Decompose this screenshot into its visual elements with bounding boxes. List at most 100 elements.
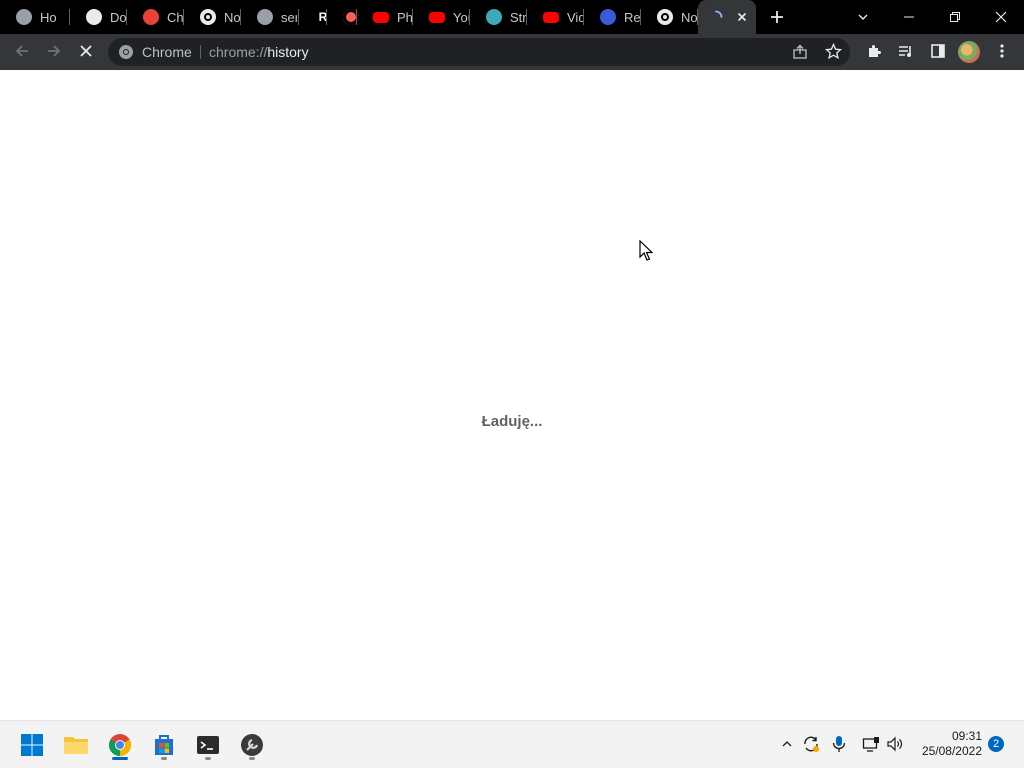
plus-icon bbox=[771, 11, 783, 23]
side-panel-icon bbox=[931, 44, 945, 58]
taskbar-clock[interactable]: 09:31 25/08/2022 bbox=[910, 729, 982, 759]
network-icon bbox=[862, 737, 879, 752]
tray-microphone-button[interactable] bbox=[828, 733, 850, 755]
tab-close-icon[interactable] bbox=[734, 9, 750, 25]
address-bar[interactable]: Chrome chrome://history bbox=[108, 38, 850, 66]
new-tab-button[interactable] bbox=[764, 0, 790, 34]
tab-0[interactable]: Ho bbox=[0, 0, 70, 34]
loading-spinner-icon bbox=[708, 9, 724, 25]
tab-title: Reg bbox=[624, 9, 640, 25]
clock-date: 25/08/2022 bbox=[921, 744, 982, 758]
forward-button[interactable] bbox=[40, 37, 68, 65]
url-text[interactable]: chrome://history bbox=[209, 44, 309, 60]
tab-7[interactable]: Pho bbox=[357, 0, 413, 34]
bb-icon bbox=[600, 9, 616, 25]
site-label: Chrome bbox=[142, 44, 192, 60]
media-controls-button[interactable] bbox=[892, 37, 920, 65]
puzzle-icon bbox=[869, 45, 881, 57]
youtube-icon bbox=[543, 11, 559, 23]
clock-time: 09:31 bbox=[951, 729, 982, 743]
chrome-icon bbox=[119, 45, 133, 59]
tab-title: Vid bbox=[567, 9, 583, 25]
tab-1[interactable]: Do bbox=[70, 0, 127, 34]
wrench-icon bbox=[241, 734, 263, 756]
more-vert-icon bbox=[1000, 44, 1004, 58]
page-content: Ładuję... bbox=[0, 70, 1024, 720]
tab-title: Ho bbox=[40, 9, 56, 25]
tray-network-button[interactable] bbox=[860, 733, 882, 755]
tab-12[interactable]: No bbox=[641, 0, 698, 34]
star-icon bbox=[824, 42, 843, 60]
restore-button[interactable] bbox=[932, 0, 978, 34]
running-app-indicator bbox=[249, 757, 255, 760]
browser-toolbar: Chrome chrome://history bbox=[0, 34, 1024, 70]
taskbar-store[interactable] bbox=[148, 729, 180, 761]
tab-active-history[interactable] bbox=[698, 0, 756, 34]
chrome-icon bbox=[200, 9, 216, 25]
share-button[interactable] bbox=[792, 44, 808, 65]
tab-title: Stre bbox=[510, 9, 526, 25]
tab-3[interactable]: No bbox=[184, 0, 241, 34]
url-host: history bbox=[267, 44, 309, 60]
site-info-chip[interactable]: Chrome bbox=[118, 44, 192, 60]
chrome-icon bbox=[657, 9, 673, 25]
folder-icon bbox=[64, 737, 88, 754]
tab-9[interactable]: Stre bbox=[470, 0, 527, 34]
tray-sync-button[interactable] bbox=[800, 733, 822, 755]
minimize-button[interactable] bbox=[886, 0, 932, 34]
taskbar-chrome[interactable] bbox=[104, 729, 136, 761]
speaker-icon bbox=[887, 736, 903, 752]
chevron-up-icon bbox=[782, 741, 792, 747]
tab-6[interactable] bbox=[327, 0, 359, 34]
tab-8[interactable]: You bbox=[413, 0, 470, 34]
chevron-down-icon bbox=[858, 14, 868, 20]
tab-10[interactable]: Vid bbox=[527, 0, 584, 34]
start-button[interactable] bbox=[16, 729, 48, 761]
globe-icon bbox=[86, 9, 102, 25]
windows-logo-icon bbox=[21, 734, 43, 756]
taskbar-file-explorer[interactable] bbox=[60, 729, 92, 761]
tab-title: Chr bbox=[167, 9, 183, 25]
arrow-left-icon bbox=[15, 45, 28, 57]
back-button[interactable] bbox=[8, 37, 36, 65]
tab-5[interactable]: R bbox=[299, 0, 327, 34]
taskbar-terminal[interactable] bbox=[192, 729, 224, 761]
stop-loading-button[interactable] bbox=[72, 37, 100, 65]
tab-4[interactable]: ser bbox=[241, 0, 299, 34]
running-app-indicator bbox=[161, 757, 167, 760]
url-scheme: chrome:// bbox=[209, 44, 268, 60]
roblox-icon bbox=[16, 9, 32, 25]
store-icon bbox=[155, 735, 173, 755]
tab-search-button[interactable] bbox=[850, 0, 876, 34]
notification-badge[interactable]: 2 bbox=[988, 736, 1004, 752]
tab-2[interactable]: Chr bbox=[127, 0, 184, 34]
tab-strip: Ho Do Chr No serR Pho You Stre Vid Reg No bbox=[0, 0, 1024, 34]
terminal-icon bbox=[197, 736, 219, 754]
bookmark-button[interactable] bbox=[824, 42, 843, 65]
menu-button[interactable] bbox=[988, 37, 1016, 65]
tab-title: No bbox=[681, 9, 697, 25]
tray-volume-button[interactable] bbox=[884, 733, 906, 755]
tab-11[interactable]: Reg bbox=[584, 0, 641, 34]
youtube-icon bbox=[429, 11, 445, 23]
sync-icon bbox=[804, 736, 819, 752]
close-window-button[interactable] bbox=[978, 0, 1024, 34]
active-app-indicator bbox=[112, 757, 128, 760]
restore-icon bbox=[950, 12, 960, 22]
globe-icon bbox=[257, 9, 273, 25]
chrome-icon bbox=[109, 734, 131, 756]
side-panel-button[interactable] bbox=[924, 37, 952, 65]
close-icon bbox=[80, 45, 92, 57]
tab-title: Do bbox=[110, 9, 126, 25]
tab-title: No bbox=[224, 9, 240, 25]
loading-message: Ładuję... bbox=[481, 413, 543, 430]
mouse-cursor-icon bbox=[639, 240, 653, 261]
close-icon bbox=[995, 11, 1007, 23]
profile-avatar[interactable] bbox=[958, 41, 980, 63]
windows-taskbar: 09:31 25/08/2022 2 bbox=[0, 720, 1024, 768]
extensions-button[interactable] bbox=[860, 37, 888, 65]
stream-icon bbox=[486, 9, 502, 25]
show-hidden-icons-button[interactable] bbox=[776, 733, 798, 755]
tab-title: ser bbox=[281, 9, 297, 25]
taskbar-settings-tool[interactable] bbox=[236, 729, 268, 761]
